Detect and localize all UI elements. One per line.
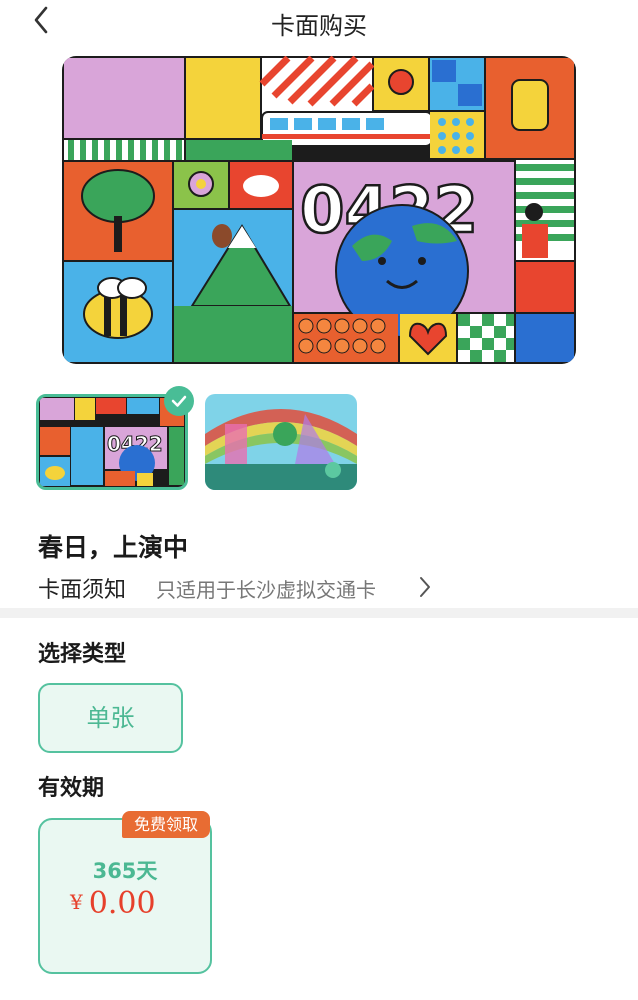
type-option-label: 单张: [86, 704, 135, 732]
free-badge: 免费领取: [122, 811, 210, 838]
page-title: 卡面购买: [271, 12, 367, 40]
validity-price: ¥0.00: [70, 886, 156, 921]
type-section-title: 选择类型: [38, 642, 127, 667]
card-thumbnail-rainbow[interactable]: [205, 394, 357, 490]
header-bar: 卡面购买: [0, 0, 638, 44]
chevron-right-icon: [420, 577, 430, 597]
type-option-single[interactable]: 单张: [38, 683, 183, 753]
validity-section-title: 有效期: [38, 776, 105, 801]
card-artwork: 0422: [62, 56, 576, 364]
card-notice-value: 只适用于长沙虚拟交通卡: [156, 578, 376, 602]
card-name: 春日，上演中: [38, 533, 189, 562]
section-divider: [0, 608, 638, 618]
card-preview: 0422: [62, 56, 576, 364]
currency-symbol: ¥: [70, 890, 83, 914]
price-amount: 0.00: [88, 886, 156, 921]
card-notice-row[interactable]: 卡面须知 只适用于长沙虚拟交通卡: [38, 572, 438, 603]
selected-check-icon: [164, 386, 194, 416]
validity-duration: 365天: [92, 859, 158, 883]
card-notice-label: 卡面须知: [38, 578, 127, 603]
